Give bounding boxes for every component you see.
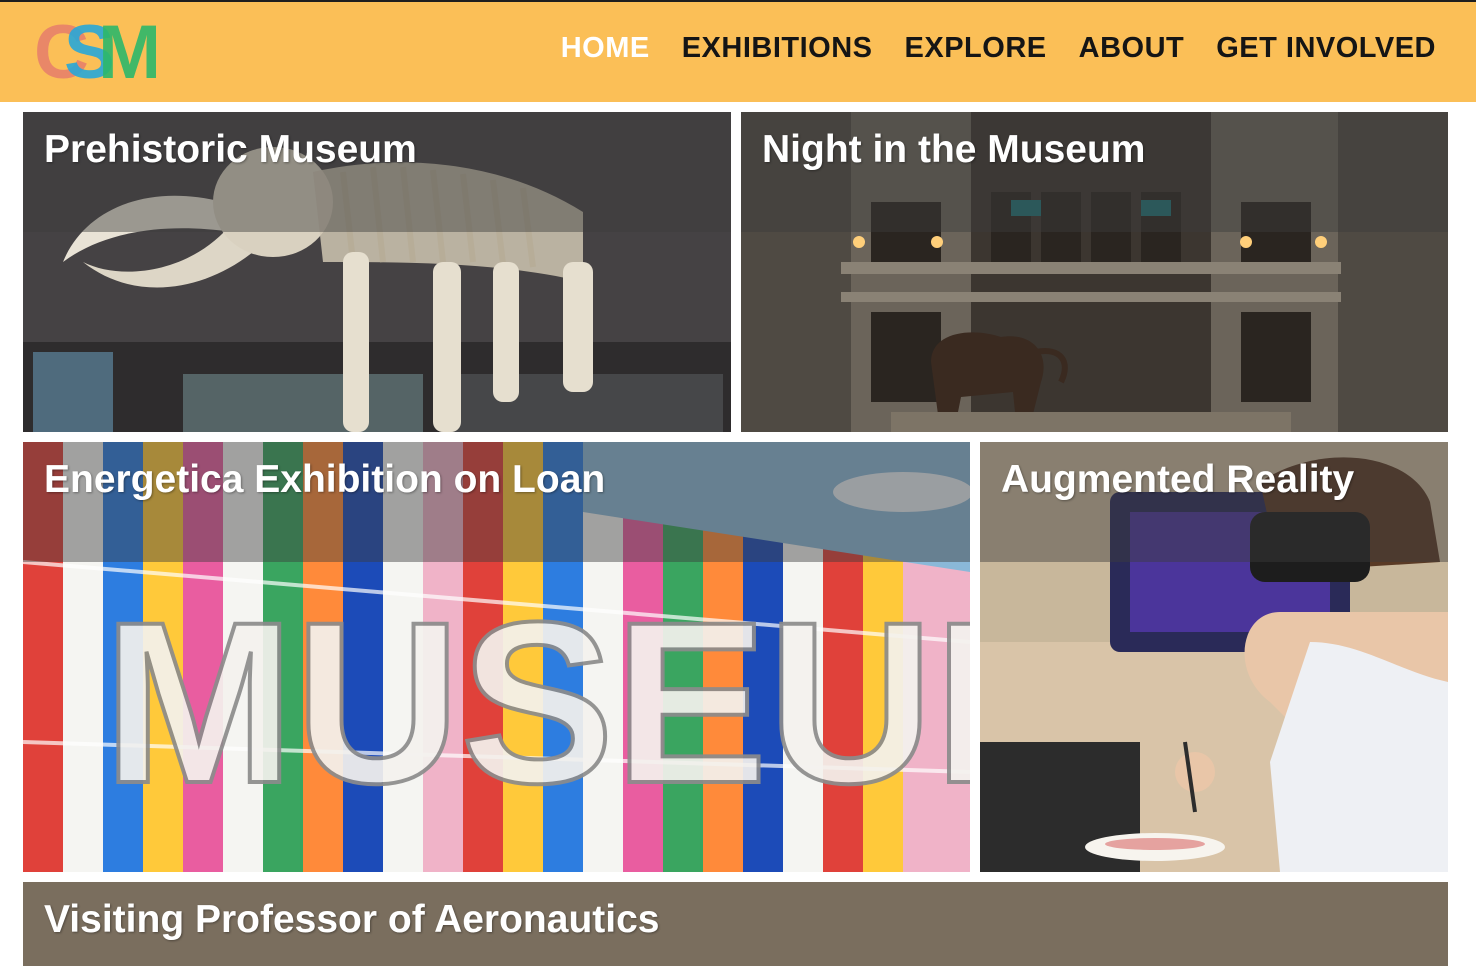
nav-about[interactable]: ABOUT xyxy=(1079,32,1185,65)
svg-text:M: M xyxy=(98,16,156,86)
nav-get-involved[interactable]: GET INVOLVED xyxy=(1216,32,1436,65)
site-header: C S M HOME EXHIBITIONS EXPLORE ABOUT GET… xyxy=(0,0,1476,102)
card-title: Visiting Professor of Aeronautics xyxy=(44,898,660,941)
card-title: Night in the Museum xyxy=(762,128,1146,171)
csm-logo[interactable]: C S M xyxy=(34,16,156,86)
card-energetica-exhibition[interactable]: MUSEUM Energetica Exhibition on Loan xyxy=(23,442,970,872)
card-augmented-reality[interactable]: Augmented Reality xyxy=(980,442,1448,872)
museum-sign-text: MUSEUM xyxy=(103,574,970,831)
card-title: Augmented Reality xyxy=(1001,458,1355,501)
main-nav: HOME EXHIBITIONS EXPLORE ABOUT GET INVOL… xyxy=(561,32,1436,65)
card-night-in-the-museum[interactable]: Night in the Museum xyxy=(741,112,1448,432)
card-title: Prehistoric Museum xyxy=(44,128,417,171)
nav-home[interactable]: HOME xyxy=(561,32,650,65)
card-prehistoric-museum[interactable]: Prehistoric Museum xyxy=(23,112,731,432)
card-title: Energetica Exhibition on Loan xyxy=(44,458,606,501)
nav-exhibitions[interactable]: EXHIBITIONS xyxy=(682,32,873,65)
card-visiting-professor[interactable]: Visiting Professor of Aeronautics xyxy=(23,882,1448,966)
nav-explore[interactable]: EXPLORE xyxy=(905,32,1047,65)
